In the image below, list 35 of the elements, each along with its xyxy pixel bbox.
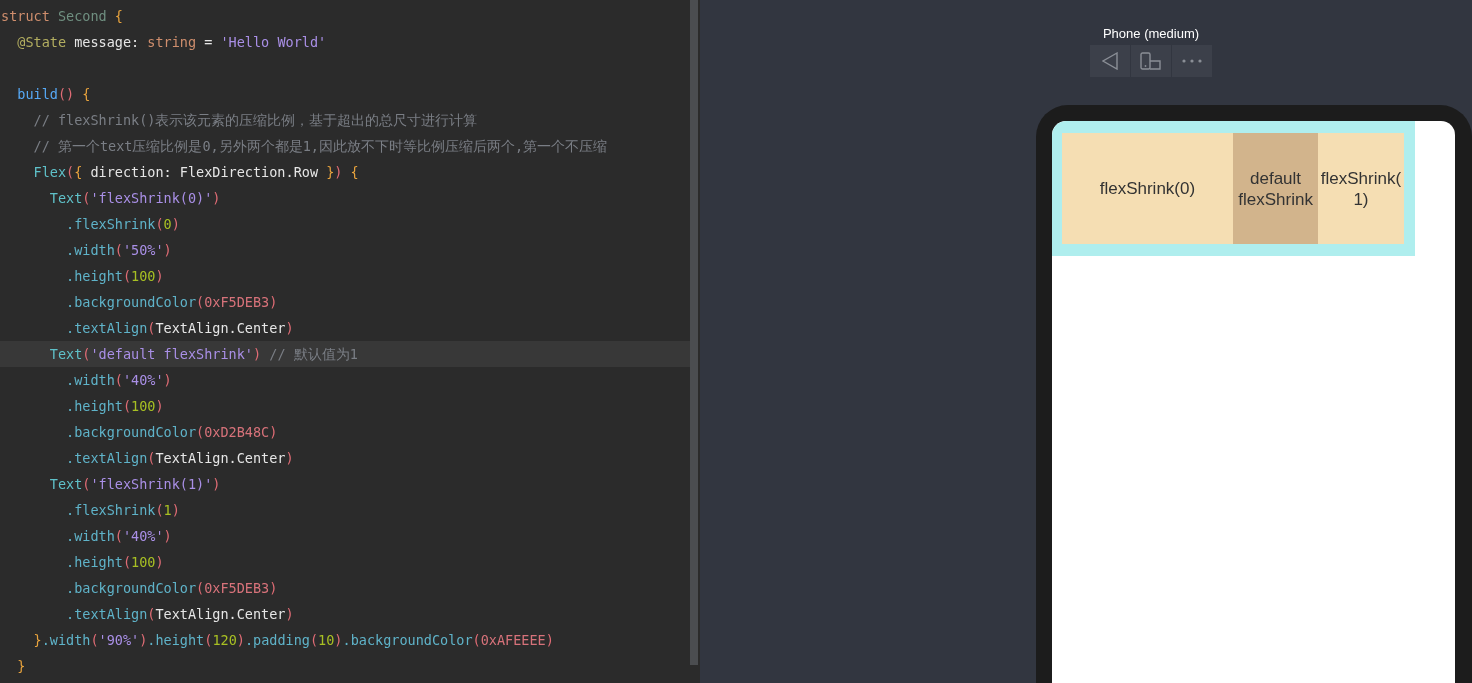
more-button[interactable] [1172, 45, 1212, 77]
code-line: .backgroundColor(0xF5DEB3) [65, 293, 279, 312]
code-line: } [16, 657, 27, 676]
code-line: .backgroundColor(0xD2B48C) [65, 423, 279, 442]
code-line: .textAlign(TextAlign.Center) [65, 605, 295, 624]
code-line: Flex({ direction: FlexDirection.Row }) { [32, 163, 360, 182]
code-line: .height(100) [65, 397, 165, 416]
more-icon [1182, 59, 1202, 63]
code-line: // 第一个text压缩比例是0,另外两个都是1,因此放不下时等比例压缩后两个,第一个不压缩 [32, 137, 609, 156]
code-line: // flexShrink()表示该元素的压缩比例，基于超出的总尺寸进行计算 [32, 111, 479, 130]
back-button[interactable] [1090, 45, 1130, 77]
code-line: .textAlign(TextAlign.Center) [65, 449, 295, 468]
code-line: build() { [16, 85, 92, 104]
device-title: Phone (medium) [1102, 26, 1200, 41]
code-line: .width('40%') [65, 371, 173, 390]
code-line: .height(100) [65, 267, 165, 286]
code-line: @State message: string = 'Hello World' [16, 33, 328, 52]
text-block: default flexShrink [1232, 133, 1319, 244]
code-line: .textAlign(TextAlign.Center) [65, 319, 295, 338]
code-line: .width('40%') [65, 527, 173, 546]
code-line: }.width('90%').height(120).padding(10).backgroundColor(0xAFEEEE) [32, 631, 555, 650]
code-line: .flexShrink(1) [65, 501, 181, 520]
scrollbar-thumb[interactable] [690, 0, 698, 665]
code-line: .flexShrink(0) [65, 215, 181, 234]
code-line: struct Second { [0, 7, 124, 26]
code-line: .backgroundColor(0xF5DEB3) [65, 579, 279, 598]
text-block: flexShrink(0) [1062, 133, 1233, 244]
code-line: Text('flexShrink(1)') [48, 475, 222, 494]
code-line: .height(100) [65, 553, 165, 572]
text-block: flexShrink(1) [1318, 133, 1404, 244]
back-icon [1102, 52, 1118, 70]
phone-rotate-icon [1140, 52, 1162, 70]
code-line: .width('50%') [65, 241, 173, 260]
code-line: Text('flexShrink(0)') [48, 189, 222, 208]
rotate-button[interactable] [1131, 45, 1171, 77]
